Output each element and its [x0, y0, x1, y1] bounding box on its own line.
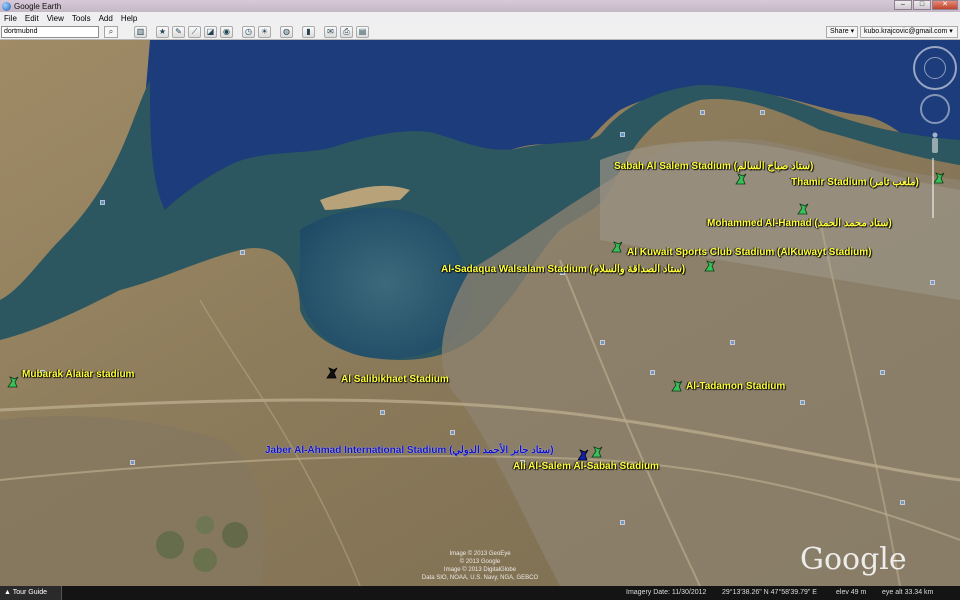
- copyright-line: © 2013 Google: [459, 559, 501, 565]
- poi-marker[interactable]: [880, 370, 885, 375]
- place-label-al-kuwait-sports-club[interactable]: Al Kuwait Sports Club Stadium (AlKuwayt …: [627, 247, 871, 258]
- coordinates: 29°13'38.26" N 47°58'39.79" E: [722, 589, 817, 596]
- ruler-icon[interactable]: ▮: [302, 26, 315, 38]
- stadium-pin-selected-icon[interactable]: [576, 448, 590, 462]
- poi-marker[interactable]: [800, 400, 805, 405]
- menu-file[interactable]: File: [4, 14, 17, 23]
- planets-icon[interactable]: ◍: [280, 26, 293, 38]
- placemark-icon[interactable]: ★: [156, 26, 169, 38]
- place-label-al-tadamon[interactable]: Al-Tadamon Stadium: [686, 381, 785, 392]
- zoom-slider[interactable]: [932, 158, 938, 218]
- view-in-maps-icon[interactable]: ▤: [356, 26, 369, 38]
- menu-bar: File Edit View Tools Add Help: [0, 12, 960, 24]
- poi-marker[interactable]: [130, 460, 135, 465]
- compass-control[interactable]: [913, 46, 957, 90]
- place-label-thamir[interactable]: Thamir Stadium (ملعب ثامر): [791, 177, 919, 188]
- print-icon[interactable]: ⎙: [340, 26, 353, 38]
- poi-marker[interactable]: [380, 410, 385, 415]
- menu-edit[interactable]: Edit: [25, 14, 39, 23]
- place-label-mohammed-al-hamad[interactable]: Mohammed Al-Hamad (ستاد محمد الحمد): [707, 218, 892, 229]
- imagery-copyright: Image © 2013 GeoEye © 2013 Google Image …: [400, 550, 560, 582]
- logo-brand: Google: [800, 542, 907, 577]
- search-icon[interactable]: ⌕: [104, 26, 118, 38]
- poi-marker[interactable]: [620, 520, 625, 525]
- email-icon[interactable]: ✉: [324, 26, 337, 38]
- window-controls: – □ ✕: [893, 0, 958, 11]
- menu-add[interactable]: Add: [99, 14, 113, 23]
- earth-viewport[interactable]: Sabah Al Salem Stadium (ستاد صباح السالم…: [0, 40, 960, 586]
- place-label-jaber-al-ahmad[interactable]: Jaber Al-Ahmad International Stadium (ست…: [265, 445, 554, 456]
- place-label-ali-al-salem[interactable]: Ali Al-Salem Al-Sabah Stadium: [513, 461, 659, 472]
- image-overlay-icon[interactable]: ◪: [204, 26, 217, 38]
- title-bar: Google Earth – □ ✕: [0, 0, 960, 12]
- eye-altitude: eye alt 33.34 km: [882, 589, 934, 596]
- google-earth-icon: [2, 1, 11, 11]
- menu-help[interactable]: Help: [121, 14, 137, 23]
- look-joystick[interactable]: [920, 94, 950, 124]
- poi-marker[interactable]: [450, 430, 455, 435]
- poi-marker[interactable]: [900, 500, 905, 505]
- place-label-sabah-al-salem[interactable]: Sabah Al Salem Stadium (ستاد صباح السالم…: [614, 161, 813, 172]
- poi-marker[interactable]: [650, 370, 655, 375]
- elevation: elev 49 m: [836, 589, 867, 596]
- north-ring[interactable]: [924, 57, 946, 79]
- tool-group: ▥ ★ ✎ ⟋ ◪ ◉ ◷ ☀ ◍ ▮ ✉ ⎙ ▤: [134, 26, 372, 38]
- poi-marker[interactable]: [600, 340, 605, 345]
- minimize-button[interactable]: –: [894, 0, 912, 10]
- copyright-line: Image © 2013 GeoEye: [449, 551, 511, 557]
- historical-imagery-icon[interactable]: ◷: [242, 26, 255, 38]
- stadium-pin-icon[interactable]: [703, 259, 717, 273]
- satellite-imagery: [0, 40, 960, 586]
- sidebar-panel-icon[interactable]: ▥: [134, 26, 147, 38]
- tour-guide-button[interactable]: ▲ Tour Guide: [0, 586, 62, 600]
- google-earth-logo: Google earth: [800, 542, 960, 586]
- copyright-line: Image © 2013 DigitalGlobe: [443, 567, 517, 573]
- sunlight-icon[interactable]: ☀: [258, 26, 271, 38]
- toolbar: dortmubnd ⌕ ▥ ★ ✎ ⟋ ◪ ◉ ◷ ☀ ◍ ▮ ✉ ⎙ ▤ Sh…: [0, 24, 960, 40]
- imagery-date: Imagery Date: 11/30/2012: [626, 589, 707, 596]
- menu-view[interactable]: View: [47, 14, 64, 23]
- share-button[interactable]: Share ▾: [826, 26, 859, 38]
- window-title: Google Earth: [14, 1, 62, 11]
- place-label-al-salibikhaet[interactable]: Al Salibikhaet Stadium: [341, 374, 449, 385]
- poi-marker[interactable]: [760, 110, 765, 115]
- search-input[interactable]: dortmubnd: [1, 26, 99, 38]
- poi-marker[interactable]: [240, 250, 245, 255]
- stadium-pin-icon[interactable]: [670, 379, 684, 393]
- poi-marker[interactable]: [700, 110, 705, 115]
- poi-marker[interactable]: [620, 132, 625, 137]
- stadium-pin-icon[interactable]: [734, 172, 748, 186]
- maximize-button[interactable]: □: [913, 0, 931, 10]
- poi-marker[interactable]: [100, 200, 105, 205]
- stadium-pin-icon[interactable]: [610, 240, 624, 254]
- stadium-pin-icon[interactable]: [325, 366, 339, 380]
- menu-tools[interactable]: Tools: [72, 14, 91, 23]
- poi-marker[interactable]: [930, 280, 935, 285]
- place-label-al-sadaqua-walsalam[interactable]: Al-Sadaqua Walsalam Stadium (ستاد الصداق…: [441, 264, 685, 275]
- account-menu[interactable]: kubo.krajcovic@gmail.com ▾: [860, 26, 958, 38]
- poi-marker[interactable]: [730, 340, 735, 345]
- close-button[interactable]: ✕: [932, 0, 958, 10]
- stadium-pin-icon[interactable]: [590, 445, 604, 459]
- record-tour-icon[interactable]: ◉: [220, 26, 233, 38]
- polygon-icon[interactable]: ✎: [172, 26, 185, 38]
- place-label-mubarak-alaiar[interactable]: Mubarak Alaiar stadium: [22, 369, 134, 380]
- copyright-line: Data SIO, NOAA, U.S. Navy, NGA, GEBCO: [421, 575, 539, 581]
- street-view-person-icon[interactable]: [930, 132, 940, 154]
- stadium-pin-icon[interactable]: [796, 202, 810, 216]
- path-icon[interactable]: ⟋: [188, 26, 201, 38]
- status-bar: ▲ Tour Guide Imagery Date: 11/30/2012 29…: [0, 586, 960, 600]
- stadium-pin-icon[interactable]: [6, 375, 20, 389]
